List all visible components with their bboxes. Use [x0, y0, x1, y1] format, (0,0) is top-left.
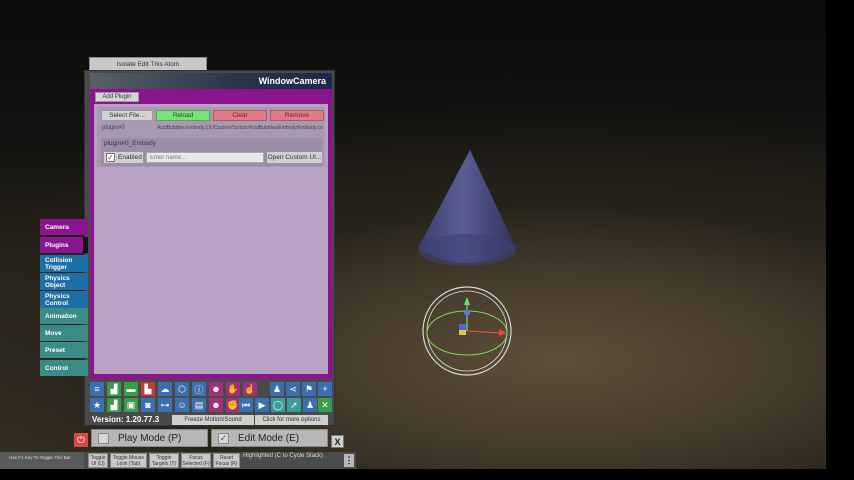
folder-icon[interactable]: ▬ [124, 382, 138, 396]
info-icon[interactable]: ⓘ [192, 382, 206, 396]
cone-object [418, 150, 516, 266]
edit-mode-label: Edit Mode (E) [238, 432, 300, 444]
highlighted-label: Highlighted (C to Cycle Stack) [243, 453, 324, 459]
bottom-bar: Use F1 Key To Toggle This Bar Toggle UI (… [0, 452, 356, 469]
share-icon[interactable]: ⋖ [286, 382, 300, 396]
plugin-id: plugin#0 [102, 125, 125, 131]
mask-icon[interactable]: ☺ [175, 398, 189, 412]
panel-title: WindowCamera [90, 73, 332, 89]
edit-mode-button[interactable]: ✓ Edit Mode (E) [211, 429, 328, 447]
factory-icon[interactable]: ▙ [141, 382, 155, 396]
pointer-icon[interactable]: ☝ [243, 382, 257, 396]
star-icon[interactable]: ★ [90, 398, 104, 412]
play-mode-label: Play Mode (P) [118, 432, 182, 444]
version-label: Version: 1.20.77.3 [92, 415, 160, 424]
plugin-name-input[interactable] [146, 152, 264, 163]
power-icon[interactable]: ⏻ [74, 433, 88, 447]
tab-physics-control[interactable]: Physics Control [40, 291, 88, 308]
transform-gizmo [422, 286, 512, 376]
close-button[interactable]: X [331, 435, 344, 448]
mode-bar: ⏻ Play Mode (P) ✓ Edit Mode (E) X [74, 428, 346, 448]
hand-icon[interactable]: ✋ [226, 382, 240, 396]
plugin-script-entry: plugin#0_Embody ✓ Enabled Open Custom UI… [101, 138, 322, 166]
person-icon[interactable]: ☻ [209, 382, 223, 396]
toolbar-grid: ≡ ▟ ▬ ▙ ☁ ⬡ ⓘ ☻ ✋ ☝ ♟ ⋖ ⚑ + ★ ▟ ▣ ◙ ⊶ ☺ … [89, 381, 332, 412]
edit-mode-checkbox[interactable]: ✓ [218, 432, 229, 444]
window-camera-panel: WindowCamera Add Plugin Select File... R… [84, 70, 335, 426]
focus-selected-button[interactable]: Focus Selected (F) [181, 453, 211, 468]
tab-plugins[interactable]: Plugins [40, 237, 88, 253]
plugins-frame: Add Plugin Select File... Reload Clear R… [90, 89, 332, 379]
enabled-label: Enabled [118, 154, 142, 161]
play-icon[interactable]: ▶ [255, 398, 269, 412]
tools-icon[interactable]: ✕ [318, 398, 332, 412]
remove-button[interactable]: Remove [270, 110, 324, 121]
hand-drag-icon[interactable]: ✊ [226, 398, 240, 412]
plus-icon[interactable]: + [318, 382, 332, 396]
open-scene-icon[interactable]: ▟ [107, 382, 121, 396]
toggle-mouse-look-button[interactable]: Toggle Mouse Look (Tab) [110, 453, 147, 468]
flag-icon[interactable]: ⚑ [302, 382, 316, 396]
document-icon[interactable]: ▤ [192, 398, 206, 412]
check-icon: ✓ [106, 153, 115, 162]
tab-control[interactable]: Control [40, 360, 88, 376]
package-icon[interactable]: ⬡ [175, 382, 189, 396]
plugin-path: AcidBubbles.Embody.13:/Custom/Scripts/Ac… [157, 125, 323, 131]
toggle-ui-button[interactable]: Toggle UI (U) [88, 453, 108, 468]
open-custom-ui-button[interactable]: Open Custom UI... [267, 152, 322, 163]
person-add-icon[interactable]: ☻ [209, 398, 223, 412]
connect-icon[interactable]: ⊶ [158, 398, 172, 412]
hint-text: Use F1 Key To Toggle This Bar [0, 452, 84, 469]
version-bar: Version: 1.20.77.3 Freeze Motion/Sound C… [89, 414, 331, 426]
plugin-script-name: plugin#0_Embody [104, 140, 157, 147]
camera-icon[interactable]: ◙ [141, 398, 155, 412]
cursor-icon[interactable]: ➚ [287, 398, 301, 412]
tab-camera[interactable]: Camera [40, 219, 88, 235]
tab-move[interactable]: Move [40, 325, 88, 341]
plugin-entry: Select File... Reload Clear Remove plugi… [97, 107, 325, 167]
isolate-edit-button[interactable]: Isolate Edit This Atom [89, 57, 207, 71]
toggle-targets-button[interactable]: Toggle Targets (T) [149, 453, 179, 468]
user-icon[interactable]: ♟ [270, 382, 284, 396]
edit-scene-icon[interactable]: ▟ [107, 398, 121, 412]
clear-button[interactable]: Clear [213, 110, 267, 121]
active-tab-marker [83, 237, 88, 253]
select-file-button[interactable]: Select File... [101, 110, 153, 121]
cloud-icon[interactable]: ☁ [158, 382, 172, 396]
tab-animation[interactable]: Animation [40, 308, 88, 324]
reset-focus-button[interactable]: Reset Focus (R) [213, 453, 240, 468]
tab-physics-object[interactable]: Physics Object [40, 273, 88, 290]
group-icon[interactable]: ♟ [303, 398, 317, 412]
freeze-motion-button[interactable]: Freeze Motion/Sound [172, 415, 254, 425]
more-menu-icon[interactable]: ⋮ [344, 454, 354, 467]
skip-back-icon[interactable]: ⏮ [239, 398, 253, 412]
play-mode-button[interactable]: Play Mode (P) [91, 429, 208, 447]
screenshot-icon[interactable]: ▣ [124, 398, 138, 412]
enabled-toggle[interactable]: ✓ Enabled [104, 152, 143, 163]
plugin-list[interactable]: Select File... Reload Clear Remove plugi… [94, 104, 328, 374]
play-mode-checkbox[interactable] [98, 432, 109, 444]
more-options-button[interactable]: Click for more options [255, 415, 328, 425]
menu-icon[interactable]: ≡ [90, 382, 104, 396]
loop-icon[interactable]: ◯ [271, 398, 285, 412]
add-plugin-button[interactable]: Add Plugin [95, 92, 139, 102]
tab-preset[interactable]: Preset [40, 342, 88, 358]
tab-collision-trigger[interactable]: Collision Trigger [40, 255, 88, 272]
reload-button[interactable]: Reload [156, 110, 210, 121]
